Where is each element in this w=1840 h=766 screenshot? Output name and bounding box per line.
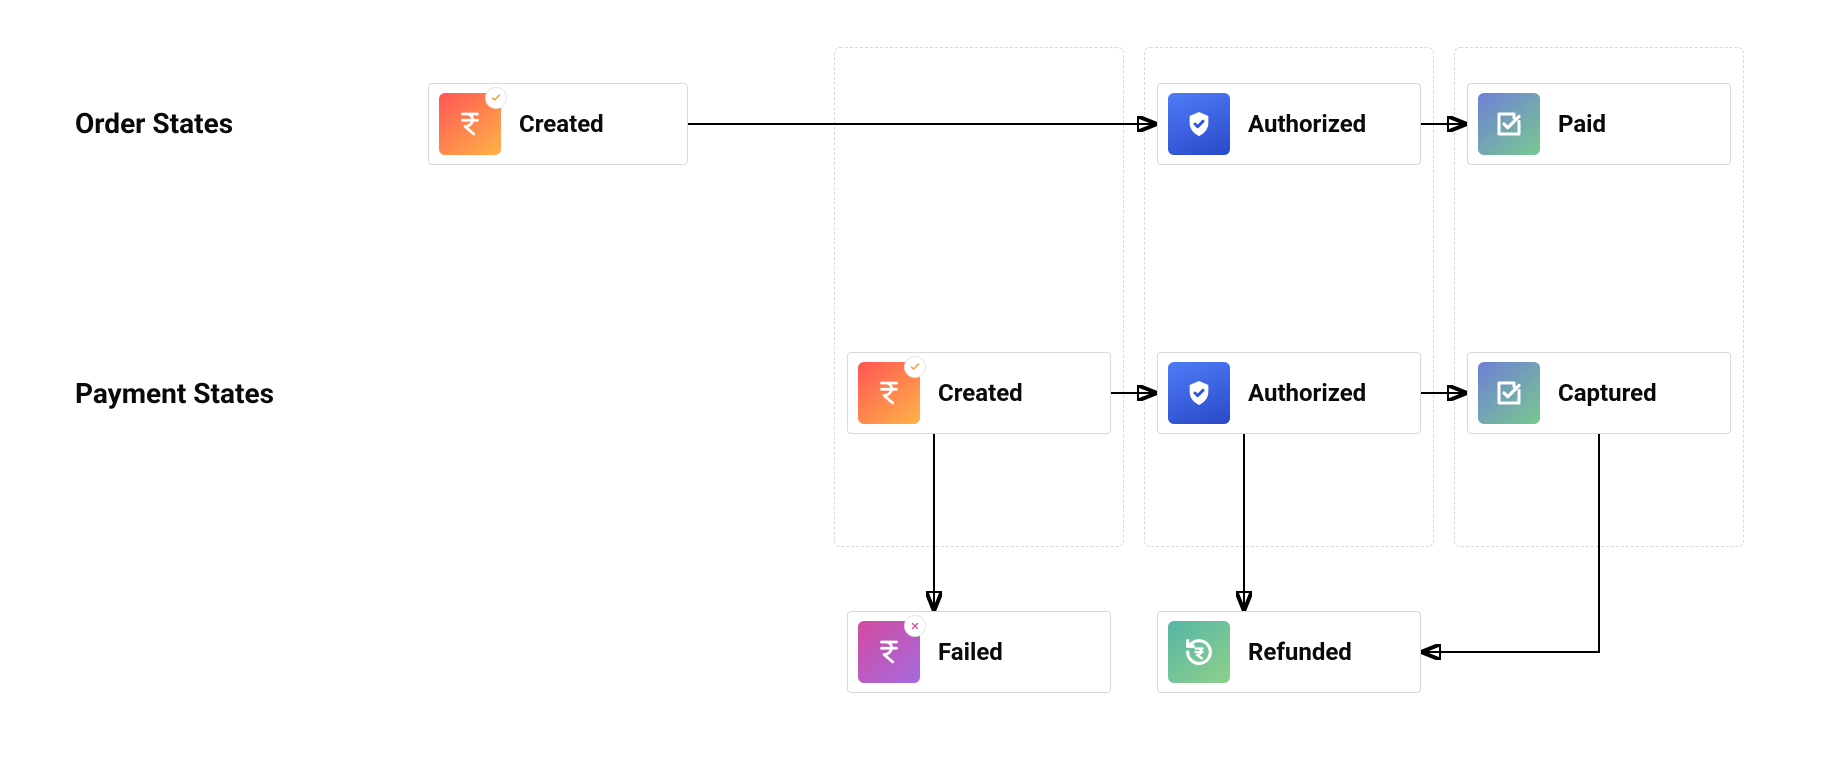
state-label: Captured — [1558, 379, 1657, 407]
check-badge-icon — [904, 356, 926, 378]
state-label: Refunded — [1248, 638, 1352, 666]
state-label: Paid — [1558, 110, 1606, 138]
state-label: Created — [519, 110, 604, 138]
payment-failed-node: Failed — [847, 611, 1111, 693]
shield-check-icon — [1168, 93, 1230, 155]
checkbox-icon — [1478, 362, 1540, 424]
rupee-created-icon — [858, 362, 920, 424]
order-authorized-node: Authorized — [1157, 83, 1421, 165]
refund-icon — [1168, 621, 1230, 683]
payment-captured-node: Captured — [1467, 352, 1731, 434]
payment-states-title: Payment States — [75, 377, 274, 410]
payment-refunded-node: Refunded — [1157, 611, 1421, 693]
payment-created-node: Created — [847, 352, 1111, 434]
lane-created — [834, 47, 1124, 547]
rupee-created-icon — [439, 93, 501, 155]
shield-check-icon — [1168, 362, 1230, 424]
state-diagram: Order States Payment States Created Auth… — [0, 0, 1840, 766]
order-states-title: Order States — [75, 107, 233, 140]
x-badge-icon — [904, 615, 926, 637]
state-label: Failed — [938, 638, 1003, 666]
order-created-node: Created — [428, 83, 688, 165]
check-badge-icon — [485, 87, 507, 109]
payment-authorized-node: Authorized — [1157, 352, 1421, 434]
state-label: Authorized — [1248, 110, 1366, 138]
checkbox-icon — [1478, 93, 1540, 155]
state-label: Created — [938, 379, 1023, 407]
rupee-failed-icon — [858, 621, 920, 683]
order-paid-node: Paid — [1467, 83, 1731, 165]
state-label: Authorized — [1248, 379, 1366, 407]
